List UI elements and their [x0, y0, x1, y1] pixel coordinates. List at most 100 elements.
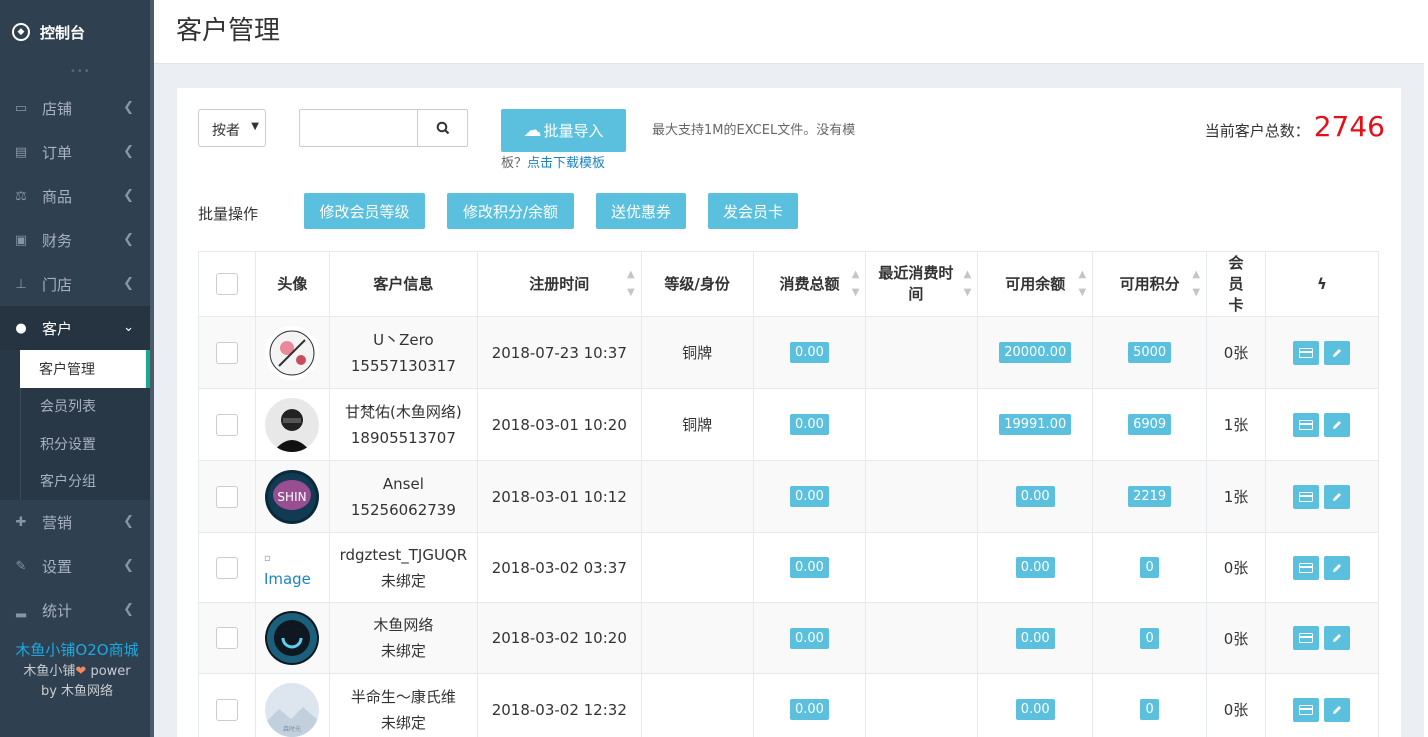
dashboard-link[interactable]: ◆ 控制台 [0, 0, 154, 64]
sidebar-item-label: 设置 [42, 557, 73, 576]
send-coupon-button[interactable]: 送优惠券 [596, 193, 686, 229]
points-cell: 0 [1092, 532, 1208, 603]
col-actions: ϟ [1264, 251, 1380, 317]
col-member-card: 会员卡 [1206, 251, 1266, 317]
sidebar-item-goods[interactable]: ⚖ 商品 ❮ [0, 174, 150, 218]
sidebar-item-label: 订单 [42, 143, 73, 162]
download-template-link[interactable]: 点击下载模板 [527, 156, 605, 171]
member-card-cell: 0张 [1206, 673, 1266, 737]
row-checkbox[interactable] [215, 485, 238, 508]
footer-shop-name[interactable]: 木鱼小铺O2O商城 [0, 640, 154, 660]
sitemap-icon: ⊥ [15, 276, 27, 292]
cloud-upload-icon: ☁ [523, 120, 542, 141]
gift-icon: ✚ [15, 514, 27, 530]
balance-cell: 0.00 [977, 532, 1094, 603]
bulk-import-button[interactable]: ☁ 批量导入 [501, 109, 626, 152]
row-checkbox[interactable] [215, 341, 238, 364]
row-checkbox[interactable] [215, 556, 238, 579]
row-checkbox[interactable] [215, 698, 238, 721]
select-all-checkbox[interactable] [215, 273, 238, 295]
submenu-customer-groups[interactable]: 客户分组 [20, 462, 150, 500]
row-select-cell [198, 460, 256, 533]
sidebar-item-orders[interactable]: ▤ 订单 ❮ [0, 130, 150, 174]
search-field-select[interactable]: 按者 ▼ [198, 109, 266, 147]
heart-icon: ❤ [75, 664, 87, 679]
edit-member-level-button[interactable]: 修改会员等级 [304, 193, 425, 229]
avatar [265, 325, 320, 380]
actions-cell [1264, 316, 1380, 389]
sidebar: ◆ 控制台 ••• ▭ 店铺 ❮ ▤ 订单 ❮ ⚖ 商品 ❮ ▣ 财务 ❮ ⊥ 门店 ❮ ● 客户 ⌄ … [0, 0, 154, 737]
card-button[interactable] [1293, 340, 1320, 365]
avatar [265, 611, 320, 665]
avatar-cell: ▫ Image [254, 532, 330, 603]
col-last-purchase[interactable]: 最近消费时间 ▲ ▼ [865, 251, 979, 317]
sidebar-item-shop[interactable]: ▭ 店铺 ❮ [0, 86, 150, 130]
money-icon: ▣ [14, 232, 28, 248]
points-badge: 0 [1140, 557, 1159, 578]
edit-button[interactable] [1324, 555, 1351, 580]
balance-badge: 20000.00 [999, 342, 1072, 363]
edit-button[interactable] [1324, 412, 1351, 437]
col-label: 注册时间 [529, 274, 590, 293]
card-button[interactable] [1293, 412, 1320, 437]
balance-scale-icon: ⚖ [15, 188, 27, 204]
submenu-member-list[interactable]: 会员列表 [20, 387, 150, 425]
customer-name: 半命生～康氏维 [350, 687, 456, 706]
sidebar-item-customers[interactable]: ● 客户 ⌄ [0, 306, 150, 350]
issue-member-card-button[interactable]: 发会员卡 [708, 193, 798, 229]
submenu-points-settings[interactable]: 积分设置 [20, 425, 150, 463]
points-badge: 0 [1140, 627, 1159, 649]
card-button[interactable] [1293, 697, 1320, 722]
chevron-down-icon: ⌄ [123, 320, 134, 335]
sidebar-item-marketing[interactable]: ✚ 营销 ❮ [0, 500, 150, 544]
search-input[interactable] [299, 109, 418, 147]
edit-button[interactable] [1324, 626, 1351, 650]
balance-cell: 0.00 [977, 673, 1094, 737]
customer-name: Ansel [382, 474, 424, 493]
chevron-left-icon: ❮ [123, 188, 134, 203]
row-select-cell [198, 602, 256, 674]
customer-name: U丶Zero [373, 330, 434, 349]
customer-phone: 18905513707 [350, 428, 456, 447]
sort-icon: ▲ ▼ [963, 269, 972, 298]
sort-icon: ▲ ▼ [1192, 269, 1201, 298]
member-card-cell: 1张 [1206, 460, 1266, 533]
edit-points-balance-button[interactable]: 修改积分/余额 [447, 193, 574, 229]
credit-card-icon [1299, 562, 1314, 573]
col-level: 等级/身份 [640, 251, 754, 317]
member-card-cell: 1张 [1206, 388, 1266, 461]
balance-cell: 19991.00 [977, 388, 1094, 461]
member-card-cell: 0张 [1206, 532, 1266, 603]
edit-button[interactable] [1324, 697, 1351, 722]
level-cell [640, 673, 754, 737]
row-checkbox[interactable] [215, 627, 238, 649]
sort-icon: ▲ ▼ [851, 269, 860, 298]
sort-icon: ▲ ▼ [626, 269, 635, 298]
sidebar-item-stats[interactable]: ▂ 统计 ❮ [0, 588, 150, 632]
col-balance[interactable]: 可用余额 ▲ ▼ [977, 251, 1094, 317]
submenu-customer-management[interactable]: 客户管理 [20, 350, 150, 388]
edit-button[interactable] [1324, 340, 1351, 365]
sidebar-item-label: 财务 [42, 231, 73, 250]
page-title: 客户管理 [176, 16, 281, 46]
sidebar-item-stores[interactable]: ⊥ 门店 ❮ [0, 262, 150, 306]
bulk-label: 批量操作 [198, 205, 259, 223]
footer-company: by 木鱼网络 [40, 684, 114, 699]
balance-badge: 19991.00 [999, 414, 1072, 435]
row-checkbox[interactable] [215, 413, 238, 436]
sidebar-item-settings[interactable]: ✎ 设置 ❮ [0, 544, 150, 588]
col-register-time[interactable]: 注册时间 ▲ ▼ [476, 251, 642, 317]
register-time-cell: 2018-03-02 03:37 [476, 532, 642, 603]
card-button[interactable] [1293, 555, 1320, 580]
col-avatar: 头像 [254, 251, 330, 317]
edit-button[interactable] [1324, 484, 1351, 509]
card-button[interactable] [1293, 626, 1320, 650]
card-button[interactable] [1293, 484, 1320, 509]
search-button[interactable] [417, 109, 468, 147]
col-total-spent[interactable]: 消费总额 ▲ ▼ [752, 251, 867, 317]
customer-name: 甘梵佑(木鱼网络) [345, 402, 462, 421]
col-points[interactable]: 可用积分 ▲ ▼ [1092, 251, 1208, 317]
page-scrollbar[interactable] [1424, 0, 1428, 737]
sidebar-item-finance[interactable]: ▣ 财务 ❮ [0, 218, 150, 262]
sidebar-scrollbar[interactable] [150, 0, 154, 737]
